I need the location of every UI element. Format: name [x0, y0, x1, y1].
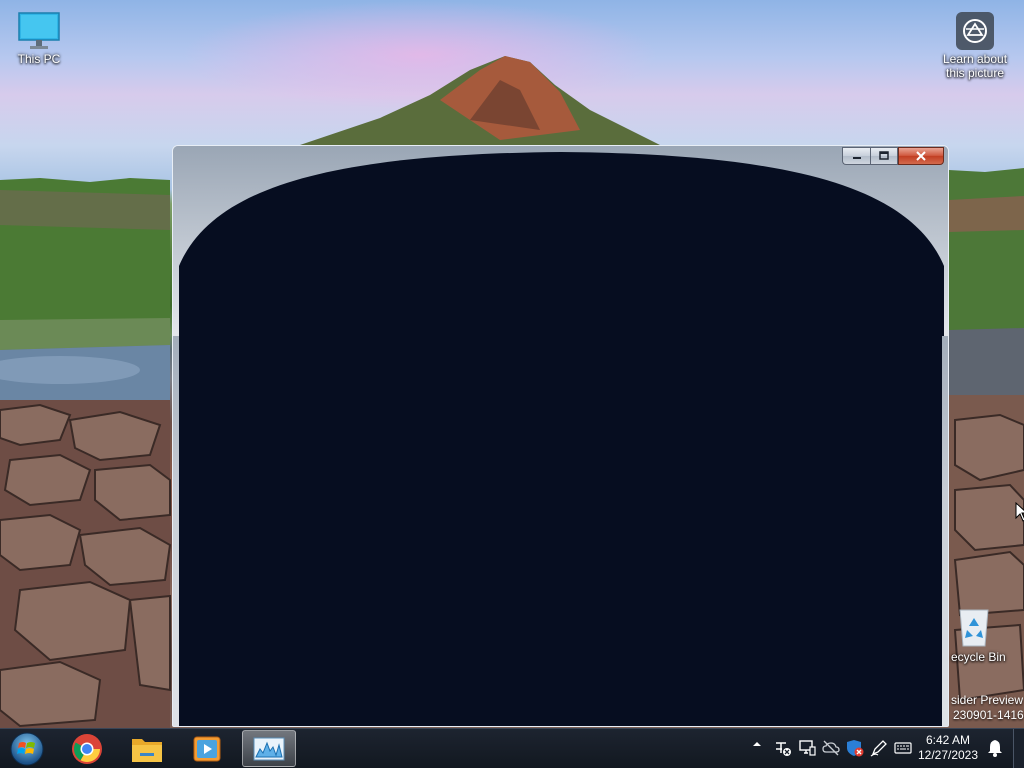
clock-time: 6:42 AM: [925, 733, 971, 747]
notification-button[interactable]: [986, 739, 1004, 757]
maximize-icon: [879, 151, 889, 160]
camera-icon: [956, 12, 994, 50]
taskbar-media-player[interactable]: [180, 729, 234, 768]
minimize-button[interactable]: [842, 147, 870, 165]
chrome-icon: [72, 733, 102, 764]
window-top-glass: [173, 146, 948, 336]
watermark-line-1: sider Preview: [951, 693, 1024, 707]
tray-touch-keyboard[interactable]: [894, 739, 912, 757]
show-desktop-button[interactable]: [1013, 729, 1024, 768]
desktop-icon-this-pc[interactable]: This PC: [4, 12, 74, 66]
tray-defender[interactable]: [846, 739, 864, 757]
desktop-icon-learn-about-picture[interactable]: Learn about this picture: [938, 12, 1012, 80]
file-explorer-icon: [132, 738, 162, 762]
taskbar-file-explorer[interactable]: [120, 729, 174, 768]
watermark-line-2: 230901-1416: [953, 708, 1024, 722]
media-player-icon: [193, 736, 221, 761]
desktop-icon-recycle-bin[interactable]: ecycle Bin: [945, 606, 1019, 664]
taskbar: 6:42 AM 12/27/2023: [0, 728, 1024, 768]
app-window[interactable]: [172, 145, 949, 727]
caption-buttons: [842, 147, 944, 165]
close-button[interactable]: [898, 147, 944, 165]
tray-onedrive[interactable]: [822, 739, 840, 757]
desktop-icon-label: Learn about this picture: [942, 52, 1008, 80]
start-button[interactable]: [0, 729, 54, 768]
desktop-icon-label: ecycle Bin: [951, 650, 1006, 664]
tray-pen-workspace[interactable]: [870, 739, 888, 757]
taskbar-clock[interactable]: 6:42 AM 12/27/2023: [912, 733, 984, 763]
maximize-button[interactable]: [870, 147, 898, 165]
action-center-icon: [776, 742, 791, 756]
close-icon: [916, 151, 926, 161]
bell-icon: [988, 740, 1002, 757]
build-watermark: sider Preview 230901-1416: [951, 693, 1024, 723]
taskbar-resource-monitor[interactable]: [242, 730, 296, 767]
clock-date: 12/27/2023: [917, 748, 979, 762]
desktop-icon-label: This PC: [17, 52, 61, 66]
cloud-offline-icon: [822, 740, 840, 756]
recycle-bin-icon: [957, 606, 991, 648]
tray-network[interactable]: [798, 739, 816, 757]
chevron-up-icon: [753, 742, 761, 746]
defender-icon: [847, 740, 864, 757]
monitor-icon: [18, 12, 60, 50]
network-icon: [799, 740, 816, 756]
minimize-icon: [852, 157, 861, 159]
pen-icon: [870, 740, 887, 757]
tray-overflow-button[interactable]: [748, 735, 766, 753]
windows-start-icon: [10, 732, 44, 765]
resource-monitor-icon: [253, 737, 285, 760]
taskbar-chrome[interactable]: [60, 729, 114, 768]
tray-action-center[interactable]: [774, 739, 792, 757]
mouse-cursor: [1015, 502, 1024, 522]
keyboard-icon: [894, 742, 912, 754]
